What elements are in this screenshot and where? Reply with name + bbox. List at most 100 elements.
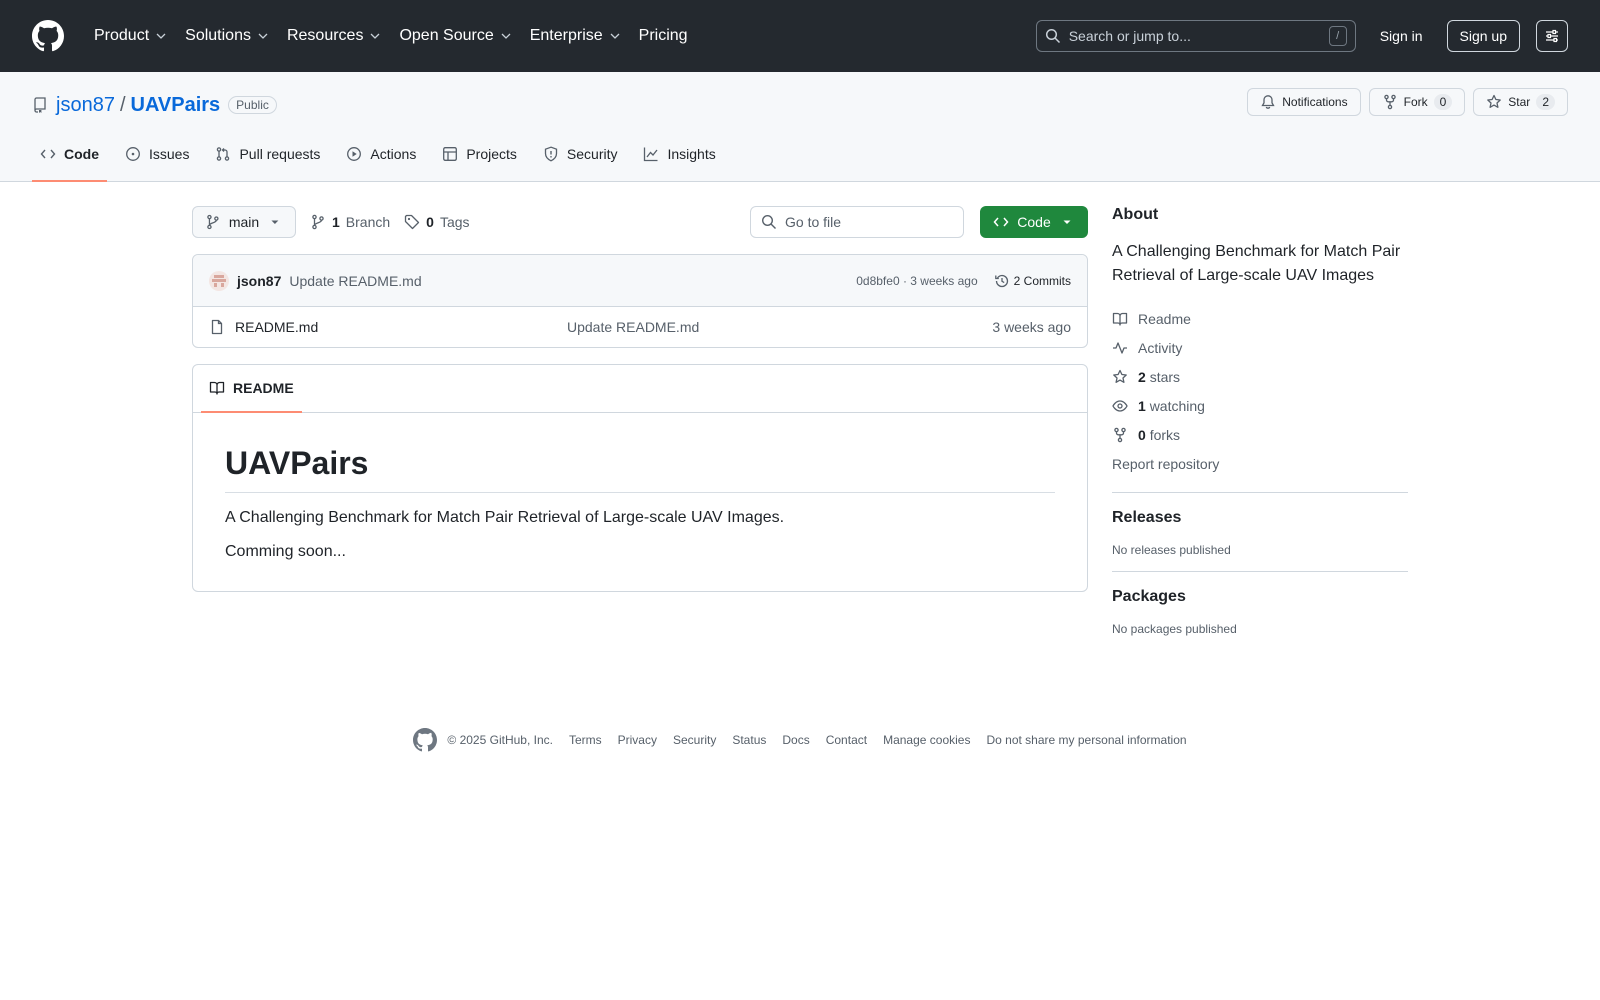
tab-actions[interactable]: Actions [338,142,424,182]
branch-icon [312,214,324,230]
code-icon [40,149,56,159]
tab-security[interactable]: Security [535,142,626,182]
nav-open-source[interactable]: Open Source [391,21,519,51]
readme-tab-label: README [233,380,294,396]
footer-link-manage-cookies[interactable]: Manage cookies [883,733,970,747]
footer-link-docs[interactable]: Docs [782,733,809,747]
nav-pricing-label: Pricing [638,27,688,44]
history-icon [994,274,1008,287]
watchers-link[interactable]: 1 watching [1112,391,1408,420]
star-button[interactable]: Star 2 [1473,88,1568,116]
repo-separator: / [119,93,126,116]
tab-code-label: Code [64,146,99,162]
footer-copyright: © 2025 GitHub, Inc. [447,733,553,747]
nav-product-label: Product [94,27,150,44]
search-input[interactable]: Search or jump to... / [1035,20,1356,52]
shield-icon [544,146,558,162]
footer-link-security[interactable]: Security [673,733,716,747]
go-to-file-input[interactable]: Go to file [750,206,964,238]
footer-link-status[interactable]: Status [732,733,766,747]
repo-owner-link[interactable]: json87 [56,94,115,117]
branch-count-label: Branch [345,214,391,230]
tag-icon [405,214,420,230]
watching-label: watching [1149,397,1205,414]
nav-product[interactable]: Product [86,21,175,51]
menu-button[interactable] [1536,20,1568,52]
book-icon [209,381,225,395]
branches-link[interactable]: 1 Branch [310,214,390,230]
notifications-button[interactable]: Notifications [1247,88,1361,116]
stars-link[interactable]: 2 stars [1112,362,1408,391]
file-browser: json87 Update README.md 0d8bfe0 · 3 week… [192,254,1088,348]
tab-insights[interactable]: Insights [635,142,723,182]
packages-heading[interactable]: Packages [1112,588,1408,606]
star-count: 2 [1536,94,1555,110]
tags-link[interactable]: 0 Tags [404,214,470,230]
chevron-down-icon [610,33,620,39]
issue-icon [126,147,140,161]
top-nav: Product Solutions Resources Open Source … [86,21,696,51]
tab-actions-label: Actions [370,146,417,162]
commit-hash-time[interactable]: 0d8bfe0 · 3 weeks ago [856,274,977,288]
commits-history-link[interactable]: 2 Commits [994,273,1071,289]
caret-down-icon [271,220,279,224]
footer: © 2025 GitHub, Inc. Terms Privacy Securi… [0,728,1600,752]
tab-pull-requests[interactable]: Pull requests [207,142,328,182]
about-heading: About [1112,206,1159,223]
footer-link-contact[interactable]: Contact [826,733,867,747]
fork-icon [1114,427,1126,442]
nav-enterprise[interactable]: Enterprise [522,21,629,51]
readme-paragraph: A Challenging Benchmark for Match Pair R… [225,509,785,526]
pulse-icon [1113,341,1127,354]
sign-in-link[interactable]: Sign in [1380,28,1423,44]
stars-count: 2 [1138,368,1146,385]
file-commit-message[interactable]: Update README.md [567,319,699,335]
tab-issues[interactable]: Issues [117,142,197,182]
tab-projects[interactable]: Projects [434,142,525,182]
repo-tabs: Code Issues Pull requests Actions Projec… [32,142,734,182]
nav-solutions[interactable]: Solutions [177,21,277,51]
sign-up-button[interactable]: Sign up [1446,20,1520,52]
footer-link-do-not-share[interactable]: Do not share my personal information [986,733,1186,747]
repo-title: json87 / UAVPairs Public [32,90,277,120]
file-name-link[interactable]: README.md [235,319,567,335]
readme-link[interactable]: Readme [1112,304,1408,333]
nav-enterprise-label: Enterprise [529,27,603,44]
file-navigation: main 1 Branch 0 Tags Go to file Code [192,206,1088,238]
github-logo-icon[interactable] [32,20,64,52]
releases-heading[interactable]: Releases [1112,509,1408,527]
bell-icon [1261,95,1275,109]
tab-pull-requests-label: Pull requests [239,146,321,162]
footer-link-privacy[interactable]: Privacy [618,733,657,747]
nav-solutions-label: Solutions [185,27,251,44]
tab-issues-label: Issues [149,146,190,162]
watching-count: 1 [1138,397,1146,414]
search-placeholder: Search or jump to... [1068,28,1191,44]
tag-count-label: Tags [439,214,470,230]
main-content: main 1 Branch 0 Tags Go to file Code jso… [192,182,1088,592]
go-to-file-placeholder: Go to file [785,214,842,230]
commit-author[interactable]: json87 [237,273,281,289]
search-shortcut-key: / [1328,26,1347,46]
code-dropdown-button[interactable]: Code [980,206,1088,238]
fork-label: Fork [1403,95,1428,109]
tab-code[interactable]: Code [32,142,107,182]
tab-security-label: Security [566,146,618,162]
fork-button[interactable]: Fork 0 [1368,88,1466,116]
branch-name: main [228,214,260,230]
repo-actions: Notifications Fork 0 Star 2 [1247,88,1568,116]
activity-link[interactable]: Activity [1112,333,1408,362]
nav-resources[interactable]: Resources [279,21,389,51]
repo-name-link[interactable]: UAVPairs [131,94,221,117]
forks-link[interactable]: 0 forks [1112,420,1408,449]
forks-count: 0 [1138,426,1146,443]
footer-link-terms[interactable]: Terms [569,733,602,747]
report-repository-link[interactable]: Report repository [1112,449,1408,478]
branch-select-button[interactable]: main [192,206,296,238]
commit-message[interactable]: Update README.md [289,273,421,289]
table-row: README.md Update README.md 3 weeks ago [193,307,1087,347]
nav-pricing[interactable]: Pricing [631,21,696,51]
avatar[interactable] [209,270,229,291]
readme-tab[interactable]: README [201,365,302,413]
github-logo-icon[interactable] [413,728,438,752]
